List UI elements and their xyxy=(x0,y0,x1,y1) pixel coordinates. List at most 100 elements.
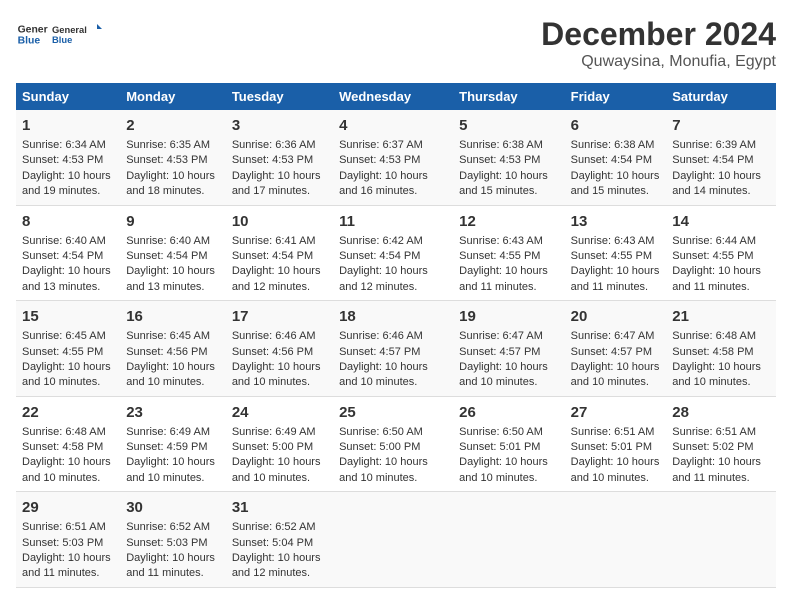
day-cell: 26Sunrise: 6:50 AMSunset: 5:01 PMDayligh… xyxy=(453,396,565,492)
daylight: Daylight: 10 hours and 14 minutes. xyxy=(672,170,761,197)
day-cell: 24Sunrise: 6:49 AMSunset: 5:00 PMDayligh… xyxy=(226,396,333,492)
day-number: 28 xyxy=(672,402,770,423)
sunset: Sunset: 4:58 PM xyxy=(22,441,103,453)
day-cell: 28Sunrise: 6:51 AMSunset: 5:02 PMDayligh… xyxy=(666,396,776,492)
daylight: Daylight: 10 hours and 17 minutes. xyxy=(232,170,321,197)
daylight: Daylight: 10 hours and 10 minutes. xyxy=(232,361,321,388)
daylight: Daylight: 10 hours and 13 minutes. xyxy=(126,265,215,292)
sunrise: Sunrise: 6:35 AM xyxy=(126,139,210,151)
day-cell: 22Sunrise: 6:48 AMSunset: 4:58 PMDayligh… xyxy=(16,396,120,492)
day-number: 4 xyxy=(339,115,447,136)
day-number: 18 xyxy=(339,306,447,327)
day-cell: 13Sunrise: 6:43 AMSunset: 4:55 PMDayligh… xyxy=(565,205,667,301)
svg-text:Blue: Blue xyxy=(52,35,72,45)
sunset: Sunset: 4:54 PM xyxy=(126,250,207,262)
sunset: Sunset: 4:55 PM xyxy=(22,346,103,358)
sunset: Sunset: 4:53 PM xyxy=(126,154,207,166)
daylight: Daylight: 10 hours and 12 minutes. xyxy=(232,265,321,292)
day-cell: 8Sunrise: 6:40 AMSunset: 4:54 PMDaylight… xyxy=(16,205,120,301)
sunset: Sunset: 4:54 PM xyxy=(232,250,313,262)
sunrise: Sunrise: 6:44 AM xyxy=(672,235,756,247)
sunset: Sunset: 4:53 PM xyxy=(459,154,540,166)
daylight: Daylight: 10 hours and 12 minutes. xyxy=(339,265,428,292)
week-row-2: 8 Sunrise: 6:40 AM Sunset: 4:54 PM Daylight… xyxy=(16,205,776,301)
sunset: Sunset: 4:54 PM xyxy=(22,250,103,262)
calendar-body: 1Sunrise: 6:34 AMSunset: 4:53 PMDaylight… xyxy=(16,110,776,587)
day-cell: 27Sunrise: 6:51 AMSunset: 5:01 PMDayligh… xyxy=(565,396,667,492)
day-number: 21 xyxy=(672,306,770,327)
daylight: Daylight: 10 hours and 11 minutes. xyxy=(459,265,548,292)
day-number: 9 xyxy=(126,211,220,232)
day-cell: 25Sunrise: 6:50 AMSunset: 5:00 PMDayligh… xyxy=(333,396,453,492)
col-wednesday: Wednesday xyxy=(333,83,453,110)
day-cell xyxy=(333,492,453,588)
day-number: 2 xyxy=(126,115,220,136)
day-number: 13 xyxy=(571,211,661,232)
sunrise: Sunrise: 6:51 AM xyxy=(22,521,106,533)
week-row-4: 22Sunrise: 6:48 AMSunset: 4:58 PMDayligh… xyxy=(16,396,776,492)
sunrise: Sunrise: 6:49 AM xyxy=(126,426,210,438)
day-cell: 12Sunrise: 6:43 AMSunset: 4:55 PMDayligh… xyxy=(453,205,565,301)
sunset: Sunset: 4:58 PM xyxy=(672,346,753,358)
sunset: Sunset: 4:54 PM xyxy=(571,154,652,166)
day-number: 14 xyxy=(672,211,770,232)
day-number: 3 xyxy=(232,115,327,136)
sunset: Sunset: 5:02 PM xyxy=(672,441,753,453)
sunrise: Sunrise: 6:50 AM xyxy=(459,426,543,438)
day-number: 8 xyxy=(22,211,114,232)
sunset: Sunset: 4:57 PM xyxy=(339,346,420,358)
sunrise: Sunrise: 6:36 AM xyxy=(232,139,316,151)
day-number: 23 xyxy=(126,402,220,423)
sunset: Sunset: 4:53 PM xyxy=(232,154,313,166)
sunrise: Sunrise: 6:48 AM xyxy=(672,330,756,342)
sunset: Sunset: 4:53 PM xyxy=(22,154,103,166)
svg-text:General: General xyxy=(52,25,87,35)
sunrise: Sunrise: 6:47 AM xyxy=(459,330,543,342)
sunrise: Sunrise: 6:40 AM xyxy=(126,235,210,247)
sunset: Sunset: 4:55 PM xyxy=(459,250,540,262)
calendar-table: Sunday Monday Tuesday Wednesday Thursday… xyxy=(16,83,776,588)
header-row: Sunday Monday Tuesday Wednesday Thursday… xyxy=(16,83,776,110)
day-cell: 16Sunrise: 6:45 AMSunset: 4:56 PMDayligh… xyxy=(120,301,226,397)
sunrise: Sunrise: 6:51 AM xyxy=(571,426,655,438)
page-subtitle: Quwaysina, Monufia, Egypt xyxy=(541,53,776,71)
sunset: Sunset: 5:01 PM xyxy=(571,441,652,453)
col-thursday: Thursday xyxy=(453,83,565,110)
title-block: December 2024 Quwaysina, Monufia, Egypt xyxy=(541,16,776,71)
sunrise: Sunrise: 6:45 AM xyxy=(126,330,210,342)
sunrise: Sunrise: 6:45 AM xyxy=(22,330,106,342)
day-cell: 10Sunrise: 6:41 AMSunset: 4:54 PMDayligh… xyxy=(226,205,333,301)
sunrise: Sunrise: 6:39 AM xyxy=(672,139,756,151)
page-header: General Blue General Blue December 2024 … xyxy=(16,16,776,71)
sunrise: Sunrise: 6:41 AM xyxy=(232,235,316,247)
day-cell: 3 Sunrise: 6:36 AM Sunset: 4:53 PM Daylight… xyxy=(226,110,333,205)
sunrise: Sunrise: 6:52 AM xyxy=(232,521,316,533)
daylight: Daylight: 10 hours and 11 minutes. xyxy=(126,552,215,579)
day-number: 29 xyxy=(22,497,114,518)
week-row-3: 15Sunrise: 6:45 AMSunset: 4:55 PMDayligh… xyxy=(16,301,776,397)
logo-svg: General Blue xyxy=(52,16,102,52)
day-cell: 15Sunrise: 6:45 AMSunset: 4:55 PMDayligh… xyxy=(16,301,120,397)
sunrise: Sunrise: 6:42 AM xyxy=(339,235,423,247)
daylight: Daylight: 10 hours and 10 minutes. xyxy=(22,361,111,388)
logo: General Blue General Blue xyxy=(16,16,102,52)
sunrise: Sunrise: 6:48 AM xyxy=(22,426,106,438)
day-cell: 11Sunrise: 6:42 AMSunset: 4:54 PMDayligh… xyxy=(333,205,453,301)
daylight: Daylight: 10 hours and 12 minutes. xyxy=(232,552,321,579)
day-cell xyxy=(666,492,776,588)
day-cell: 19Sunrise: 6:47 AMSunset: 4:57 PMDayligh… xyxy=(453,301,565,397)
day-cell: 29Sunrise: 6:51 AMSunset: 5:03 PMDayligh… xyxy=(16,492,120,588)
day-number: 26 xyxy=(459,402,559,423)
daylight: Daylight: 10 hours and 11 minutes. xyxy=(672,265,761,292)
col-friday: Friday xyxy=(565,83,667,110)
day-cell: 9 Sunrise: 6:40 AM Sunset: 4:54 PM Daylight… xyxy=(120,205,226,301)
day-cell: 7Sunrise: 6:39 AMSunset: 4:54 PMDaylight… xyxy=(666,110,776,205)
day-number: 12 xyxy=(459,211,559,232)
day-number: 11 xyxy=(339,211,447,232)
sunrise: Sunrise: 6:40 AM xyxy=(22,235,106,247)
svg-text:Blue: Blue xyxy=(18,36,41,47)
day-cell: 21Sunrise: 6:48 AMSunset: 4:58 PMDayligh… xyxy=(666,301,776,397)
col-monday: Monday xyxy=(120,83,226,110)
day-cell: 20Sunrise: 6:47 AMSunset: 4:57 PMDayligh… xyxy=(565,301,667,397)
week-row-1: 1Sunrise: 6:34 AMSunset: 4:53 PMDaylight… xyxy=(16,110,776,205)
